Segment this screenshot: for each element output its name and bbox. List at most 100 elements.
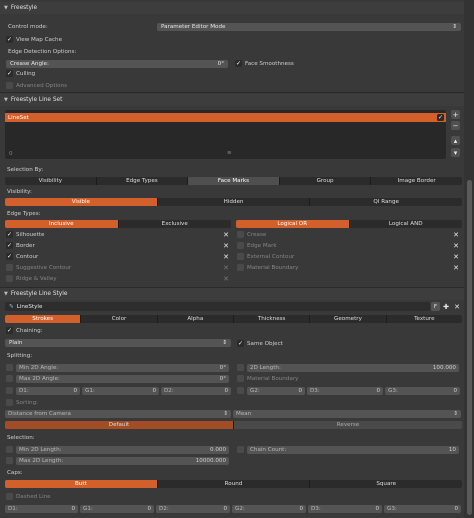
border-exclude-x-icon[interactable]: ✕ (222, 242, 230, 250)
line-style-panel-header[interactable]: ▼ Freestyle Line Style (0, 288, 464, 300)
tab-image-border[interactable]: Image Border (371, 177, 462, 185)
dash-g1-field[interactable]: G1: 0 (80, 505, 154, 513)
material-boundary-checkbox[interactable] (237, 264, 244, 271)
culling-checkbox[interactable]: ✓ (6, 70, 13, 77)
advanced-options-checkbox[interactable] (6, 82, 13, 89)
tab-inclusive[interactable]: Inclusive (5, 220, 119, 228)
tab-group[interactable]: Group (279, 177, 372, 185)
list-resize-handle-icon[interactable]: ≡ (227, 150, 232, 156)
dash-d2-field[interactable]: D2: 0 (156, 505, 230, 513)
tab-default[interactable]: Default (5, 421, 234, 429)
tab-face-marks[interactable]: Face Marks (188, 177, 280, 185)
dash-g3-field[interactable]: G3: 0 (384, 505, 461, 513)
max-2d-length-field[interactable]: Max 2D Length: 10000.000 (16, 457, 229, 465)
tab-visibility[interactable]: Visibility (5, 177, 97, 185)
fake-user-button[interactable]: F (431, 302, 440, 311)
length-2d-field[interactable]: 2D Length: 100.000 (247, 364, 459, 372)
border-checkbox[interactable]: ✓ (6, 242, 13, 249)
material-boundary-exclude-x-icon[interactable]: ✕ (452, 264, 460, 272)
tab-edge-types[interactable]: Edge Types (96, 177, 189, 185)
tab-visible[interactable]: Visible (5, 198, 158, 206)
move-up-icon[interactable]: ▴ (451, 136, 460, 145)
edge-mark-exclude-x-icon[interactable]: ✕ (452, 242, 460, 250)
tab-reverse[interactable]: Reverse (234, 421, 462, 429)
tab-alpha[interactable]: Alpha (157, 315, 234, 323)
chaining-checkbox[interactable]: ✓ (6, 327, 13, 334)
split-g2-field[interactable]: G2: 0 (247, 387, 305, 395)
contour-checkbox[interactable]: ✓ (6, 253, 13, 260)
split-g3-field[interactable]: G3: 0 (385, 387, 460, 395)
tab-logical-and[interactable]: Logical AND (349, 220, 462, 228)
sort-integration-dropdown[interactable]: Mean ⇕ (233, 410, 461, 418)
ridge-valley-exclude-x-icon[interactable]: ✕ (222, 275, 230, 283)
tab-hidden[interactable]: Hidden (157, 198, 311, 206)
material-boundary-split-checkbox[interactable] (237, 375, 244, 382)
length-2d-checkbox[interactable] (237, 364, 244, 371)
unlink-line-style-icon[interactable]: ✕ (453, 303, 461, 311)
line-set-list-item[interactable]: LineSet (5, 113, 446, 122)
tab-butt[interactable]: Butt (5, 480, 158, 488)
tab-exclusive[interactable]: Exclusive (118, 220, 231, 228)
min-2d-angle-field[interactable]: Min 2D Angle: 0° (16, 364, 229, 372)
move-down-icon[interactable]: ▾ (451, 148, 460, 157)
tab-qi-range[interactable]: QI Range (310, 198, 462, 206)
crease-exclude-x-icon[interactable]: ✕ (452, 231, 460, 239)
dash-d1-field[interactable]: D1: 0 (5, 505, 78, 513)
silhouette-checkbox[interactable]: ✓ (6, 231, 13, 238)
split-pattern-2-checkbox[interactable] (237, 387, 244, 394)
suggestive-contour-checkbox[interactable] (6, 264, 13, 271)
min-2d-length-checkbox[interactable] (6, 446, 13, 453)
tab-color[interactable]: Color (81, 315, 158, 323)
chaining-dropdown[interactable]: Plain ⇕ (5, 339, 231, 347)
max-2d-length-checkbox[interactable] (6, 457, 13, 464)
sorting-checkbox[interactable] (6, 399, 13, 406)
min-2d-angle-checkbox[interactable] (6, 364, 13, 371)
add-line-set-button[interactable]: + (451, 110, 460, 119)
split-d3-field[interactable]: D3: 0 (307, 387, 383, 395)
split-d2-field[interactable]: D2: 0 (161, 387, 231, 395)
view-map-cache-checkbox[interactable]: ✓ (6, 36, 13, 43)
control-mode-dropdown[interactable]: Parameter Editor Mode ⇕ (157, 23, 461, 31)
line-style-selector[interactable]: ✎ LineStyle (5, 302, 430, 311)
contour-exclude-x-icon[interactable]: ✕ (222, 253, 230, 261)
sort-key-dropdown[interactable]: Distance from Camera ⇕ (5, 410, 231, 418)
caps-tabs: Butt Round Square (5, 480, 462, 488)
sorting-label: Sorting: (16, 400, 39, 406)
dash-g2-field[interactable]: G2: 0 (232, 505, 306, 513)
tab-texture[interactable]: Texture (386, 315, 462, 323)
dash-d3-field[interactable]: D3: 0 (308, 505, 382, 513)
silhouette-exclude-x-icon[interactable]: ✕ (222, 231, 230, 239)
line-set-panel-header[interactable]: ▼ Freestyle Line Set (0, 94, 464, 106)
split-d1-field[interactable]: D1: 0 (16, 387, 80, 395)
scrollbar-thumb[interactable] (467, 180, 472, 515)
crease-angle-field[interactable]: Crease Angle: 0° (6, 60, 228, 68)
chain-count-field[interactable]: Chain Count: 10 (247, 446, 459, 454)
tab-logical-or[interactable]: Logical OR (236, 220, 350, 228)
chain-count-checkbox[interactable] (237, 446, 244, 453)
line-set-enabled-checkbox[interactable]: ✓ (437, 114, 444, 121)
min-2d-length-field[interactable]: Min 2D Length: 0.000 (16, 446, 229, 454)
ridge-valley-checkbox[interactable] (6, 275, 13, 282)
split-g1-field[interactable]: G1: 0 (82, 387, 159, 395)
remove-line-set-button[interactable]: − (451, 121, 460, 130)
tab-round[interactable]: Round (157, 480, 311, 488)
tab-square[interactable]: Square (310, 480, 462, 488)
split-pattern-checkbox[interactable] (6, 387, 13, 394)
external-contour-exclude-x-icon[interactable]: ✕ (452, 253, 460, 261)
tab-geometry[interactable]: Geometry (310, 315, 387, 323)
crease-checkbox[interactable] (237, 231, 244, 238)
face-smoothness-checkbox[interactable]: ✓ (235, 60, 242, 67)
same-object-checkbox[interactable]: ✓ (237, 340, 244, 347)
external-contour-checkbox[interactable] (237, 253, 244, 260)
tab-strokes[interactable]: Strokes (5, 315, 82, 323)
max-2d-angle-checkbox[interactable] (6, 375, 13, 382)
tab-thickness[interactable]: Thickness (233, 315, 311, 323)
max-2d-angle-field[interactable]: Max 2D Angle: 0° (16, 375, 229, 383)
freestyle-panel-header[interactable]: ▼ Freestyle (0, 2, 464, 14)
collapse-triangle-icon: ▼ (4, 291, 8, 297)
suggestive-contour-exclude-x-icon[interactable]: ✕ (222, 264, 230, 272)
edge-mark-checkbox[interactable] (237, 242, 244, 249)
split-g2-value: 0 (298, 388, 302, 394)
dashed-line-checkbox[interactable] (6, 493, 13, 500)
add-line-style-icon[interactable]: ✚ (442, 303, 450, 311)
